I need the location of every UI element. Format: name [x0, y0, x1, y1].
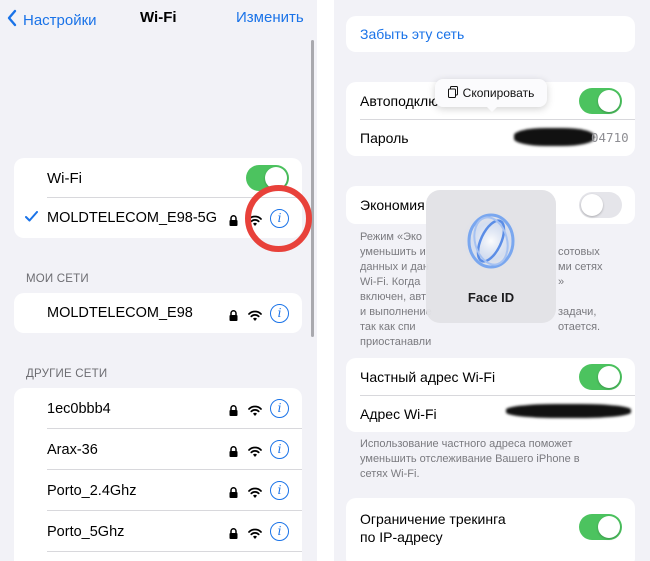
my-networks-header: МОИ СЕТИ [26, 273, 89, 285]
copy-icon [447, 85, 458, 101]
password-label: Пароль [360, 129, 409, 146]
lock-icon [229, 485, 238, 498]
connected-network-name: MOLDTELECOM_E98-5G [47, 210, 218, 226]
info-icon[interactable]: i [270, 399, 289, 418]
wifi-address-redaction [506, 404, 631, 418]
wifi-signal-icon [248, 526, 262, 539]
info-icon[interactable]: i [270, 481, 289, 500]
network-name: Porto_2.4Ghz [47, 482, 137, 499]
checkmark-icon [25, 209, 39, 227]
ip-tracking-toggle[interactable] [579, 514, 622, 540]
lock-icon [229, 308, 238, 321]
network-name: Arax-36 [47, 441, 98, 458]
private-address-card: Частный адрес Wi-Fi Адрес Wi-Fi [346, 358, 635, 432]
page-title: Wi-Fi [140, 9, 177, 26]
face-id-overlay: Face ID [426, 190, 556, 323]
ip-tracking-label: Ограничение трекинга по IP-адресу [360, 511, 506, 545]
my-networks-card: MOLDTELECOM_E98 i [14, 293, 302, 333]
wifi-list-screen: Настройки Wi-Fi Изменить Wi-Fi MOLDTELEC… [0, 0, 317, 561]
info-icon[interactable]: i [270, 440, 289, 459]
forget-network-card: Забыть эту сеть [346, 16, 635, 52]
back-label: Настройки [23, 12, 97, 29]
info-icon[interactable]: i [270, 522, 289, 541]
highlight-circle [245, 185, 312, 252]
lock-icon [229, 403, 238, 416]
wifi-address-label: Адрес Wi-Fi [360, 405, 437, 422]
info-icon[interactable]: i [270, 304, 289, 323]
face-id-label: Face ID [467, 290, 515, 305]
lock-icon [229, 444, 238, 457]
wifi-signal-icon [248, 403, 262, 416]
scrollbar[interactable] [311, 40, 314, 337]
private-address-label: Частный адрес Wi-Fi [360, 368, 496, 385]
copy-popup[interactable]: Скопировать [435, 79, 547, 107]
password-redaction [514, 128, 594, 146]
edit-button[interactable]: Изменить [236, 9, 304, 26]
copy-popup-arrow [486, 106, 498, 112]
auto-join-toggle[interactable] [579, 88, 622, 114]
private-address-toggle[interactable] [579, 364, 622, 390]
other-networks-header: ДРУГИЕ СЕТИ [26, 368, 108, 380]
low-data-toggle[interactable] [579, 192, 622, 218]
network-name: 1ec0bbb4 [47, 400, 111, 417]
network-name: MOLDTELECOM_E98 [47, 305, 193, 321]
network-name: Porto_5Ghz [47, 523, 125, 540]
back-button[interactable]: Настройки [6, 9, 97, 32]
other-networks-card: 1ec0bbb4 i Arax-36 i Porto_2.4Ghz i Port… [14, 388, 302, 561]
wifi-toggle-label: Wi-Fi [47, 169, 82, 187]
forget-network-button[interactable]: Забыть эту сеть [346, 16, 635, 52]
forget-network-label: Забыть эту сеть [360, 26, 465, 42]
ip-tracking-card: Ограничение трекинга по IP-адресу [346, 498, 635, 561]
private-address-footer: Использование частного адреса поможет ум… [360, 438, 580, 480]
wifi-signal-icon [248, 308, 262, 321]
wifi-signal-icon [248, 485, 262, 498]
lock-icon [229, 526, 238, 539]
face-id-icon [459, 208, 523, 279]
low-data-label: Экономия [360, 197, 425, 213]
lock-icon [229, 213, 238, 226]
low-data-footer-right: сотовых ми сетях » задачи, отается. [558, 246, 603, 333]
chevron-left-icon [6, 9, 18, 32]
password-value: 04710 [591, 130, 629, 145]
copy-label: Скопировать [462, 86, 535, 100]
wifi-signal-icon [248, 444, 262, 457]
